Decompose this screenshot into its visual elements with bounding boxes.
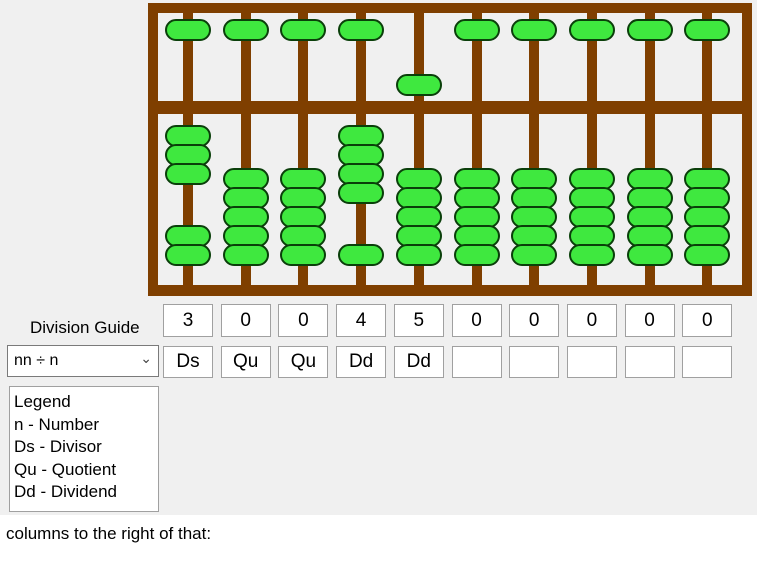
earth-bead[interactable] bbox=[222, 244, 269, 266]
legend-item: Ds - Divisor bbox=[14, 437, 102, 456]
column-digit-field[interactable]: 0 bbox=[509, 304, 560, 337]
column-digit-field[interactable]: 0 bbox=[451, 304, 502, 337]
earth-bead[interactable] bbox=[626, 244, 673, 266]
heaven-bead[interactable] bbox=[684, 19, 731, 41]
column-digit-field[interactable]: 4 bbox=[336, 304, 387, 337]
legend-item: Dd - Dividend bbox=[14, 482, 117, 501]
earth-bead[interactable] bbox=[338, 182, 385, 204]
heaven-bead[interactable] bbox=[280, 19, 327, 41]
heaven-bead[interactable] bbox=[395, 74, 442, 96]
legend-title: Legend bbox=[14, 392, 71, 411]
heaven-bead[interactable] bbox=[338, 19, 385, 41]
abacus-frame bbox=[148, 3, 752, 296]
heaven-bead[interactable] bbox=[453, 19, 500, 41]
column-digit-field[interactable]: 3 bbox=[163, 304, 213, 337]
column-role-label: Dd bbox=[336, 346, 387, 378]
heaven-bead[interactable] bbox=[568, 19, 615, 41]
column-role-label bbox=[624, 346, 675, 378]
column-role-label bbox=[566, 346, 617, 378]
column-role-label: Qu bbox=[278, 346, 329, 378]
column-role-label: Qu bbox=[220, 346, 271, 378]
heaven-bead[interactable] bbox=[165, 19, 211, 41]
earth-bead[interactable] bbox=[395, 244, 442, 266]
earth-bead[interactable] bbox=[684, 244, 731, 266]
legend-item: Qu - Quotient bbox=[14, 459, 117, 479]
division-mode-value: nn ÷ n bbox=[14, 352, 59, 369]
earth-bead[interactable] bbox=[453, 244, 500, 266]
column-role-label bbox=[682, 346, 733, 378]
earth-bead[interactable] bbox=[280, 244, 327, 266]
earth-bead[interactable] bbox=[165, 244, 211, 266]
column-digit-field[interactable]: 0 bbox=[682, 304, 733, 337]
earth-bead[interactable] bbox=[165, 163, 211, 185]
column-role-label: Dd bbox=[393, 346, 444, 378]
column-role-label bbox=[509, 346, 560, 378]
heaven-bead[interactable] bbox=[511, 19, 558, 41]
division-guide-label: Division Guide bbox=[30, 318, 140, 337]
legend-box: Legend n - Number Ds - Divisor Qu - Quot… bbox=[9, 386, 159, 512]
legend-item: n - Number bbox=[14, 414, 100, 434]
caption-text: columns to the right of that: bbox=[6, 524, 212, 543]
earth-bead[interactable] bbox=[568, 244, 615, 266]
column-digit-field[interactable]: 0 bbox=[220, 304, 271, 337]
earth-bead[interactable] bbox=[338, 244, 385, 266]
chevron-down-icon: ⌄ bbox=[140, 350, 152, 366]
column-role-label bbox=[451, 346, 502, 378]
column-digit-field[interactable]: 0 bbox=[278, 304, 329, 337]
column-digit-field[interactable]: 0 bbox=[624, 304, 675, 337]
division-mode-dropdown[interactable]: nn ÷ n ⌄ bbox=[7, 345, 159, 377]
column-digit-field[interactable]: 0 bbox=[566, 304, 617, 337]
heaven-bead[interactable] bbox=[222, 19, 269, 41]
soroban-panel: Division Guide nn ÷ n ⌄ Legend n - Numbe… bbox=[0, 0, 757, 515]
earth-bead[interactable] bbox=[511, 244, 558, 266]
heaven-bead[interactable] bbox=[626, 19, 673, 41]
column-role-label: Ds bbox=[163, 346, 213, 378]
column-digit-field[interactable]: 5 bbox=[393, 304, 444, 337]
